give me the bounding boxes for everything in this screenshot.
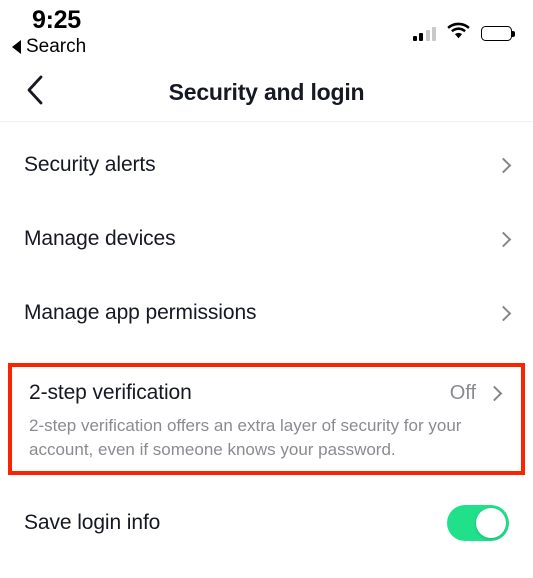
list-item-accessory bbox=[495, 231, 512, 247]
save-login-info-toggle[interactable] bbox=[447, 505, 509, 541]
status-bar: 9:25 Search bbox=[0, 0, 533, 64]
save-login-info-label: Save login info bbox=[24, 511, 161, 534]
two-step-verification-accessory: Off bbox=[450, 382, 504, 405]
page-title: Security and login bbox=[168, 79, 365, 105]
settings-list: Security alerts Manage devices Manage ap… bbox=[0, 122, 533, 350]
two-step-verification-label: 2-step verification bbox=[29, 381, 192, 404]
return-to-search-label: Search bbox=[26, 36, 87, 57]
back-button[interactable] bbox=[18, 75, 52, 110]
list-item-accessory bbox=[495, 157, 512, 173]
chevron-right-icon bbox=[495, 231, 512, 247]
wifi-icon bbox=[447, 22, 470, 44]
return-to-search-button[interactable]: Search bbox=[12, 36, 86, 58]
list-item-save-login-info[interactable]: Save login info bbox=[0, 487, 533, 559]
list-item-manage-app-permissions[interactable]: Manage app permissions bbox=[0, 276, 533, 350]
nav-header: Security and login bbox=[0, 64, 533, 122]
chevron-left-icon bbox=[25, 75, 45, 110]
toggle-knob bbox=[476, 508, 506, 538]
list-item-security-alerts[interactable]: Security alerts bbox=[0, 128, 533, 202]
status-badge: Off bbox=[449, 381, 476, 404]
chevron-right-icon bbox=[495, 305, 512, 321]
chevron-right-icon bbox=[486, 385, 503, 401]
battery-full-icon bbox=[481, 25, 515, 41]
two-step-verification-description: 2-step verification offers an extra laye… bbox=[29, 416, 462, 460]
list-item-label: Manage app permissions bbox=[24, 301, 257, 324]
list-item-2-step-verification[interactable]: 2-step verification Off 2-step verificat… bbox=[8, 363, 525, 475]
list-item-label: Security alerts bbox=[24, 153, 156, 176]
triangle-left-icon bbox=[12, 40, 21, 54]
chevron-right-icon bbox=[495, 157, 512, 173]
status-time: 9:25 bbox=[32, 6, 81, 34]
cellular-signal-icon bbox=[412, 26, 436, 41]
list-item-label: Manage devices bbox=[24, 227, 176, 250]
phone-screen: 9:25 Search Security and login Security … bbox=[0, 0, 533, 578]
list-item-manage-devices[interactable]: Manage devices bbox=[0, 202, 533, 276]
list-item-accessory bbox=[495, 305, 512, 321]
status-indicators bbox=[412, 22, 515, 44]
